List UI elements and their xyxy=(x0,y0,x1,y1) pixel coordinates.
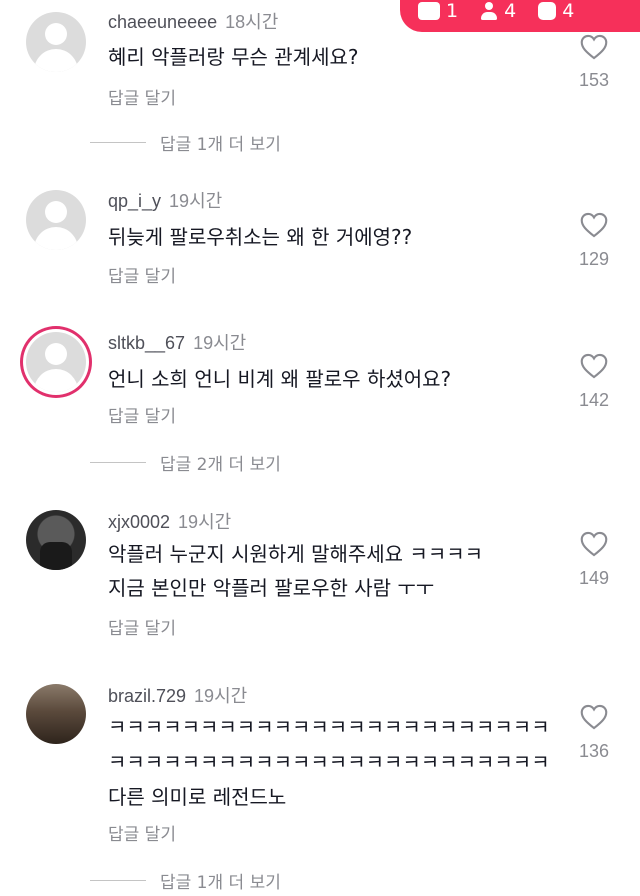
comment-header: brazil.729 19시간 xyxy=(108,682,247,708)
share-count: 4 xyxy=(538,0,574,22)
timestamp: 19시간 xyxy=(169,191,223,211)
comment-header: chaeeuneeee 18시간 xyxy=(108,8,278,34)
heart-icon[interactable] xyxy=(580,704,608,730)
username[interactable]: brazil.729 xyxy=(108,686,186,706)
comment-count: 1 xyxy=(418,0,458,22)
username[interactable]: chaeeuneeee xyxy=(108,12,217,32)
username[interactable]: sltkb__67 xyxy=(108,333,185,353)
view-replies-button[interactable]: 답글 2개 더 보기 xyxy=(90,450,281,475)
view-replies-button[interactable]: 답글 1개 더 보기 xyxy=(90,130,281,155)
notification-badge[interactable]: 1 4 4 xyxy=(400,0,640,32)
divider-line xyxy=(90,880,146,881)
like-count: 149 xyxy=(578,568,610,588)
username[interactable]: xjx0002 xyxy=(108,512,170,532)
like-count: 136 xyxy=(578,741,610,761)
avatar[interactable] xyxy=(26,684,86,744)
heart-icon[interactable] xyxy=(580,353,608,379)
comment-text: 뒤늦게 팔로우취소는 왜 한 거에영?? xyxy=(108,225,413,249)
comment-header: qp_i_y 19시간 xyxy=(108,187,222,213)
avatar[interactable] xyxy=(26,332,86,392)
people-count: 4 xyxy=(480,0,516,22)
person-icon xyxy=(480,2,498,20)
comment-text: 언니 소희 언니 비계 왜 팔로우 하셨어요? xyxy=(108,367,452,391)
avatar[interactable] xyxy=(26,190,86,250)
comment-text: 악플러 누군지 시원하게 말해주세요 ㅋㅋㅋㅋ 지금 본인만 악플러 팔로우한 사… xyxy=(108,542,484,600)
divider-line xyxy=(90,462,146,463)
like-count: 142 xyxy=(578,390,610,410)
reply-button[interactable]: 답글 달기 xyxy=(108,402,176,427)
comment-icon xyxy=(418,2,440,20)
share-icon xyxy=(538,2,557,20)
view-replies-button[interactable]: 답글 1개 더 보기 xyxy=(90,868,281,893)
heart-icon[interactable] xyxy=(580,531,608,557)
avatar[interactable] xyxy=(26,510,86,570)
reply-button[interactable]: 답글 달기 xyxy=(108,614,176,639)
heart-icon[interactable] xyxy=(580,212,608,238)
comment-header: sltkb__67 19시간 xyxy=(108,329,246,355)
comment-text: 혜리 악플러랑 무슨 관계세요? xyxy=(108,45,359,69)
reply-button[interactable]: 답글 달기 xyxy=(108,84,176,109)
divider-line xyxy=(90,142,146,143)
comment-header: xjx0002 19시간 xyxy=(108,508,231,534)
like-count: 153 xyxy=(578,70,610,90)
username[interactable]: qp_i_y xyxy=(108,191,161,211)
timestamp: 19시간 xyxy=(193,333,247,353)
like-count: 129 xyxy=(578,249,610,269)
comment-text: ㅋㅋㅋㅋㅋㅋㅋㅋㅋㅋㅋㅋㅋㅋㅋㅋㅋㅋㅋㅋㅋㅋㅋㅋ ㅋㅋㅋㅋㅋㅋㅋㅋㅋㅋㅋㅋㅋㅋㅋㅋ… xyxy=(108,715,550,809)
timestamp: 19시간 xyxy=(178,512,232,532)
reply-button[interactable]: 답글 달기 xyxy=(108,820,176,845)
heart-icon[interactable] xyxy=(580,34,608,60)
reply-button[interactable]: 답글 달기 xyxy=(108,262,176,287)
timestamp: 18시간 xyxy=(225,12,279,32)
avatar[interactable] xyxy=(26,12,86,72)
timestamp: 19시간 xyxy=(194,686,248,706)
